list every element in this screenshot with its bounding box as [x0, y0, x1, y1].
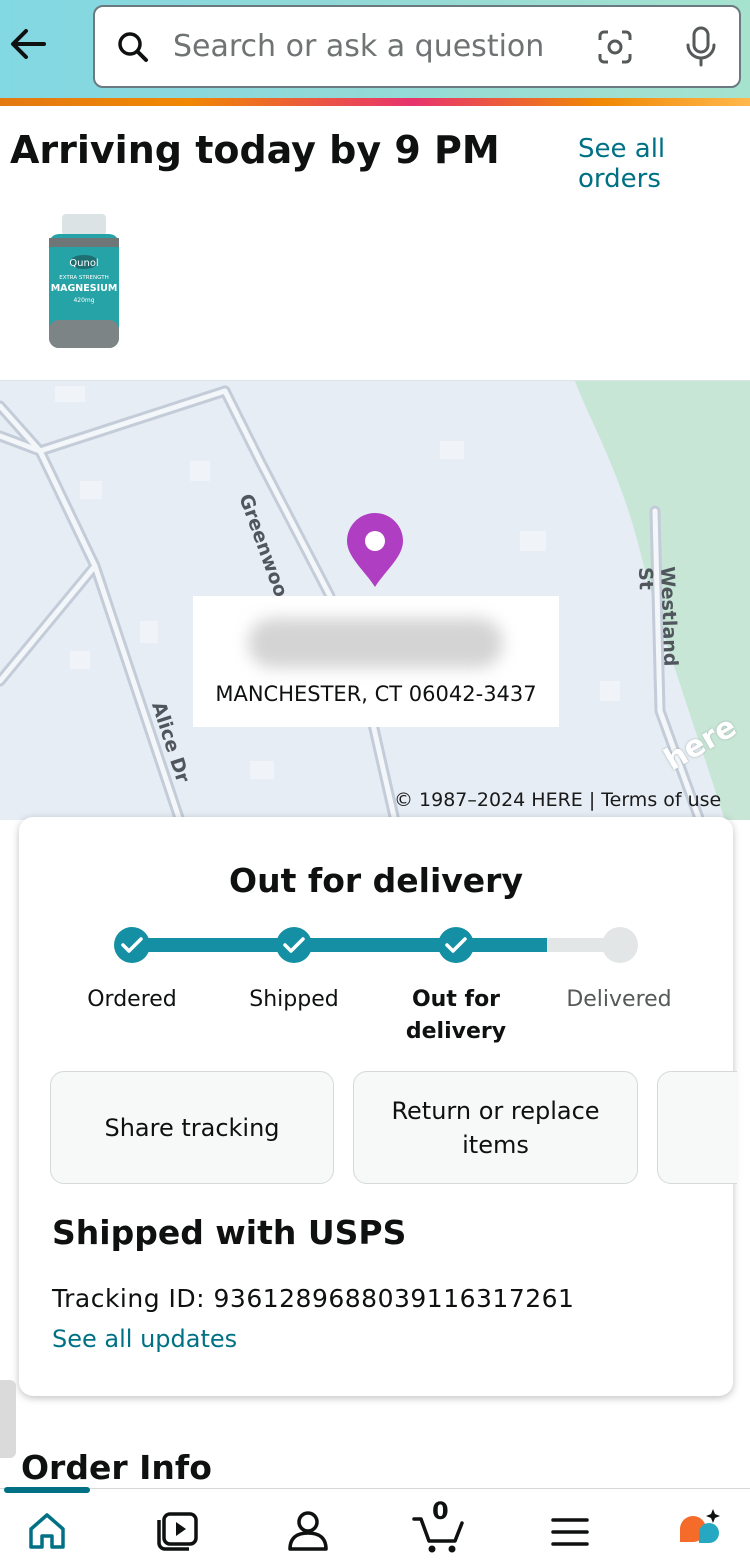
home-icon[interactable]	[17, 1503, 77, 1557]
nav-active-indicator	[4, 1487, 90, 1493]
see-all-orders-link[interactable]: See all orders	[578, 134, 750, 194]
progress-tracker	[114, 927, 638, 963]
step-ordered-check-icon	[114, 927, 150, 963]
cart-icon[interactable]: 0	[410, 1497, 470, 1557]
arrival-title: Arriving today by 9 PM	[10, 128, 500, 172]
header-accent-stripe	[0, 98, 750, 106]
step-out-for-delivery-check-icon	[438, 927, 474, 963]
street-label-westland: Westland St	[634, 566, 682, 667]
search-input[interactable]: Search or ask a question	[173, 29, 544, 64]
carrier-title: Shipped with USPS	[52, 1213, 407, 1252]
video-icon[interactable]	[147, 1503, 207, 1557]
more-actions-button[interactable]	[657, 1071, 737, 1184]
return-replace-button[interactable]: Return or replace items	[353, 1071, 638, 1184]
microphone-icon[interactable]	[681, 25, 721, 69]
product-image[interactable]: Qunol EXTRA STRENGTH MAGNESIUM 420mg	[46, 212, 122, 352]
bottom-navigation: 0	[0, 1487, 750, 1563]
product-name: MAGNESIUM	[51, 283, 118, 294]
step-label-shipped: Shipped	[249, 987, 339, 1012]
step-label-out-for-delivery: Out for delivery	[405, 987, 507, 1044]
back-arrow-icon[interactable]	[6, 22, 50, 66]
delivery-map[interactable]: Greenwood D Westland St Alice Dr MANCHES…	[0, 380, 750, 820]
redacted-street-address	[248, 618, 503, 668]
step-delivered-dot	[602, 927, 638, 963]
product-brand: Qunol	[69, 258, 98, 269]
map-copyright[interactable]: © 1987–2024 HERE | Terms of use	[394, 789, 721, 811]
address-city-line: MANCHESTER, CT 06042-3437	[215, 682, 537, 706]
product-line1: EXTRA STRENGTH	[59, 275, 108, 281]
tracking-id: Tracking ID: 9361289688039116317261	[52, 1284, 575, 1313]
menu-icon[interactable]	[540, 1503, 600, 1557]
step-label-delivered: Delivered	[566, 987, 672, 1012]
search-bar[interactable]: Search or ask a question	[93, 5, 741, 88]
share-tracking-button[interactable]: Share tracking	[50, 1071, 334, 1184]
rufus-assistant-icon[interactable]	[672, 1503, 732, 1557]
step-shipped-check-icon	[276, 927, 312, 963]
top-header: Search or ask a question	[0, 0, 750, 104]
side-drawer-handle[interactable]	[0, 1380, 16, 1458]
product-dose: 420mg	[73, 297, 94, 304]
account-icon[interactable]	[278, 1503, 338, 1557]
search-icon	[115, 29, 151, 65]
see-all-updates-link[interactable]: See all updates	[52, 1325, 237, 1353]
step-label-ordered: Ordered	[87, 987, 177, 1012]
cart-count: 0	[432, 1497, 449, 1525]
address-card: MANCHESTER, CT 06042-3437	[193, 596, 559, 727]
location-pin-icon[interactable]	[345, 511, 405, 591]
delivery-status-title: Out for delivery	[229, 861, 523, 900]
camera-scan-icon[interactable]	[595, 27, 635, 67]
order-info-heading: Order Info	[21, 1448, 212, 1487]
tracking-card: Out for delivery Ordered Shipped Out for…	[19, 817, 737, 1396]
